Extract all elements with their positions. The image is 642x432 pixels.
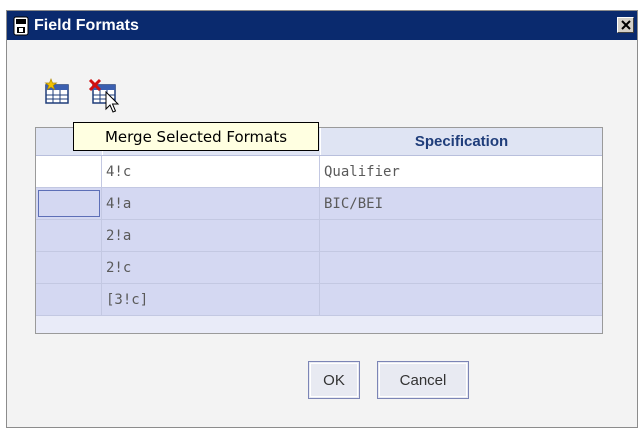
table-row[interactable]: 4!c Qualifier: [36, 156, 602, 188]
close-icon: [620, 20, 631, 30]
table-row[interactable]: [3!c]: [36, 284, 602, 316]
format-cell[interactable]: [3!c]: [102, 284, 320, 315]
row-selector[interactable]: [36, 220, 102, 251]
format-cell[interactable]: 4!a: [102, 188, 320, 219]
row-selector[interactable]: [36, 284, 102, 315]
row-selector[interactable]: [36, 156, 102, 187]
table-row[interactable]: 2!a: [36, 220, 602, 252]
floppy-disk-icon: [13, 16, 29, 36]
field-formats-dialog: Field Formats Specification 4!c Qualifie…: [6, 10, 638, 428]
format-cell[interactable]: 4!c: [102, 156, 320, 187]
formats-grid: Specification 4!c Qualifier 4!a BIC/BEI …: [35, 127, 603, 334]
row-selector[interactable]: [36, 188, 102, 219]
merge-formats-button[interactable]: [41, 76, 73, 108]
format-cell[interactable]: 2!a: [102, 220, 320, 251]
mouse-pointer-icon: [105, 91, 120, 113]
specification-cell[interactable]: BIC/BEI: [320, 188, 602, 219]
specification-cell[interactable]: [320, 220, 602, 251]
format-cell[interactable]: 2!c: [102, 252, 320, 283]
column-header-specification[interactable]: Specification: [320, 128, 602, 155]
title-bar[interactable]: Field Formats: [7, 11, 637, 40]
window-title: Field Formats: [34, 16, 139, 34]
specification-cell[interactable]: [320, 284, 602, 315]
row-selector[interactable]: [36, 252, 102, 283]
specification-cell[interactable]: Qualifier: [320, 156, 602, 187]
cancel-button[interactable]: Cancel: [377, 361, 469, 399]
table-row[interactable]: 2!c: [36, 252, 602, 284]
specification-cell[interactable]: [320, 252, 602, 283]
merge-tooltip: Merge Selected Formats: [73, 122, 319, 151]
ok-button[interactable]: OK: [308, 361, 360, 399]
table-row[interactable]: 4!a BIC/BEI: [36, 188, 602, 220]
merge-formats-icon: [44, 78, 69, 104]
close-button[interactable]: [617, 17, 634, 33]
